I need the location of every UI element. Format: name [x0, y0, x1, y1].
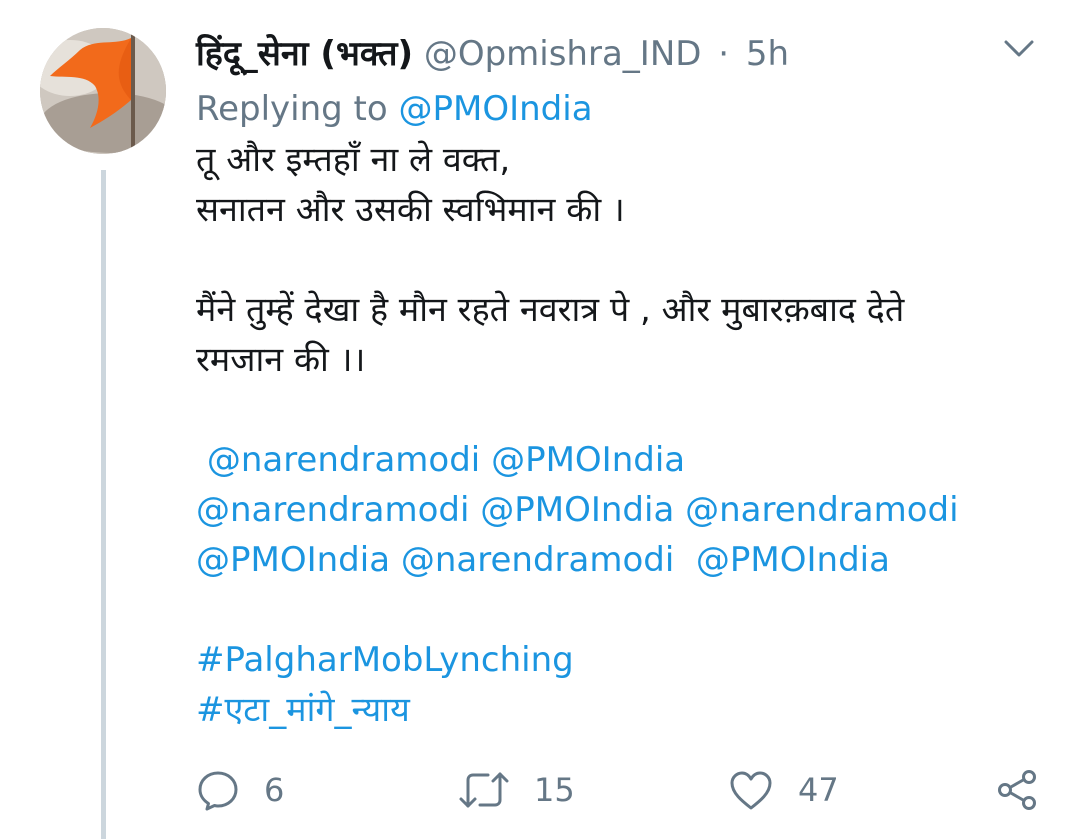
tweet[interactable]: हिंदू_सेना (भक्त) @Opmishra_IND · 5h Rep…: [0, 0, 1067, 839]
thread-line: [101, 170, 106, 839]
reply-button[interactable]: 6: [196, 762, 284, 818]
mentions-row: @PMOIndia @narendramodi @PMOIndia: [196, 535, 1016, 585]
mention-link[interactable]: @PMOIndia: [196, 540, 390, 580]
separator-dot: ·: [718, 34, 730, 74]
action-bar: 6 15 47: [196, 762, 1046, 818]
chevron-down-icon[interactable]: [1002, 34, 1036, 64]
mention-link[interactable]: @narendramodi: [196, 490, 469, 530]
retweet-button[interactable]: 15: [458, 762, 575, 818]
mention-link[interactable]: @PMOIndia: [696, 540, 890, 580]
tweet-text: तू और इम्तहाँ ना ले वक्त, सनातन और उसकी …: [196, 135, 1016, 735]
mentions-row: @narendramodi @PMOIndia: [196, 435, 1016, 485]
text-line: रमजान की ।।: [196, 340, 366, 380]
tweet-header: हिंदू_सेना (भक्त) @Opmishra_IND · 5h: [196, 28, 789, 80]
user-handle[interactable]: @Opmishra_IND: [424, 34, 702, 74]
replying-prefix: Replying to: [196, 89, 388, 129]
mention-link[interactable]: @PMOIndia: [491, 440, 685, 480]
mention-link[interactable]: @PMOIndia: [480, 490, 674, 530]
share-icon: [996, 768, 1040, 812]
like-count: 47: [798, 771, 839, 809]
reply-icon: [196, 768, 240, 812]
share-button[interactable]: [996, 762, 1040, 818]
hashtag-link[interactable]: #एटा_मांगे_न्याय: [196, 690, 410, 730]
replying-to-link[interactable]: @PMOIndia: [399, 89, 593, 129]
mention-link[interactable]: @narendramodi: [685, 490, 958, 530]
mentions-row: @narendramodi @PMOIndia @narendramodi: [196, 485, 1016, 535]
hashtag-link[interactable]: #PalgharMobLynching: [196, 640, 574, 680]
hashtag-row: #एटा_मांगे_न्याय: [196, 685, 1016, 735]
text-line: सनातन और उसकी स्वभिमान की ।: [196, 190, 625, 230]
display-name[interactable]: हिंदू_सेना (भक्त): [196, 34, 413, 74]
text-line: मैंने तुम्हें देखा है मौन रहते नवरात्र प…: [196, 290, 905, 330]
text-line: तू और इम्तहाँ ना ले वक्त,: [196, 140, 511, 180]
retweet-icon: [458, 768, 510, 812]
like-button[interactable]: 47: [728, 762, 839, 818]
retweet-count: 15: [534, 771, 575, 809]
reply-count: 6: [264, 771, 285, 809]
mention-link[interactable]: @narendramodi: [207, 440, 480, 480]
replying-to: Replying to @PMOIndia: [196, 84, 593, 134]
avatar[interactable]: [40, 28, 166, 154]
timestamp[interactable]: 5h: [746, 34, 789, 74]
heart-icon: [728, 768, 774, 812]
flag-image: [40, 28, 166, 154]
hashtag-row: #PalgharMobLynching: [196, 635, 1016, 685]
mention-link[interactable]: @narendramodi: [401, 540, 674, 580]
